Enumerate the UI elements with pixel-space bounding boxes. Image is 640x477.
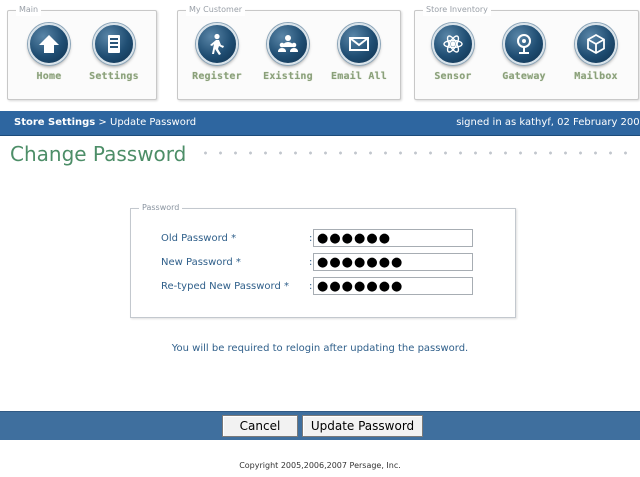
page-title: Change Password (10, 142, 187, 166)
mailbox-icon (575, 23, 617, 65)
nav-group-main: Main Home Settings (7, 4, 157, 100)
new-password-field[interactable]: ●●●●●●● (313, 253, 473, 271)
gateway-icon (503, 23, 545, 65)
nav-home[interactable]: Home (18, 23, 80, 82)
old-password-row: Old Password * : ●●●●●● (161, 229, 521, 249)
new-password-row: New Password * : ●●●●●●● (161, 253, 521, 273)
settings-icon (93, 23, 135, 65)
nav-existing[interactable]: Existing (257, 23, 319, 82)
email-icon (338, 23, 380, 65)
home-icon (28, 23, 70, 65)
nav-label: Register (192, 71, 242, 82)
field-colon: : (309, 257, 313, 268)
nav-label: Mailbox (574, 71, 618, 82)
copyright: Copyright 2005,2006,2007 Persage, Inc. (239, 461, 401, 470)
sensor-icon (432, 23, 474, 65)
update-password-button[interactable]: Update Password (302, 415, 423, 437)
nav-label: Sensor (434, 71, 472, 82)
nav-group-legend: My Customer (186, 4, 246, 16)
breadcrumb: Store Settings > Update Password (14, 111, 196, 135)
nav-email-all[interactable]: Email All (328, 23, 390, 82)
retype-password-field[interactable]: ●●●●●●● (313, 277, 473, 295)
nav-register[interactable]: Register (186, 23, 248, 82)
nav-group-my-customer: My Customer Register Existing Email All (177, 4, 401, 100)
old-password-label: Old Password * (161, 233, 237, 244)
breadcrumb-bar: Store Settings > Update Password signed … (0, 111, 640, 136)
breadcrumb-separator: > (95, 117, 110, 128)
field-colon: : (309, 233, 313, 244)
breadcrumb-current: Update Password (110, 117, 197, 128)
existing-icon (267, 23, 309, 65)
nav-settings[interactable]: Settings (83, 23, 145, 82)
nav-label: Email All (331, 71, 387, 82)
nav-label: Gateway (502, 71, 546, 82)
nav-label: Home (36, 71, 62, 82)
signed-in-status: signed in as kathyf, 02 February 2008 (456, 117, 640, 128)
nav-label: Settings (89, 71, 139, 82)
title-divider (198, 151, 636, 155)
password-fieldset: Password Old Password * : ●●●●●● New Pas… (130, 202, 516, 318)
fieldset-legend: Password (139, 202, 183, 214)
cancel-button[interactable]: Cancel (222, 415, 298, 437)
nav-label: Existing (263, 71, 313, 82)
register-icon (196, 23, 238, 65)
nav-group-store-inventory: Store Inventory Sensor Gateway Mailbox (414, 4, 639, 100)
relogin-notice: You will be required to relogin after up… (171, 343, 469, 354)
nav-group-legend: Main (16, 4, 42, 16)
nav-sensor[interactable]: Sensor (422, 23, 484, 82)
new-password-label: New Password * (161, 257, 241, 268)
retype-password-row: Re-typed New Password * : ●●●●●●● (161, 277, 521, 297)
nav-group-legend: Store Inventory (423, 4, 491, 16)
nav-gateway[interactable]: Gateway (493, 23, 555, 82)
old-password-field[interactable]: ●●●●●● (313, 229, 473, 247)
breadcrumb-section-link[interactable]: Store Settings (14, 117, 95, 128)
field-colon: : (309, 281, 313, 292)
retype-password-label: Re-typed New Password * (161, 281, 290, 292)
nav-mailbox[interactable]: Mailbox (565, 23, 627, 82)
